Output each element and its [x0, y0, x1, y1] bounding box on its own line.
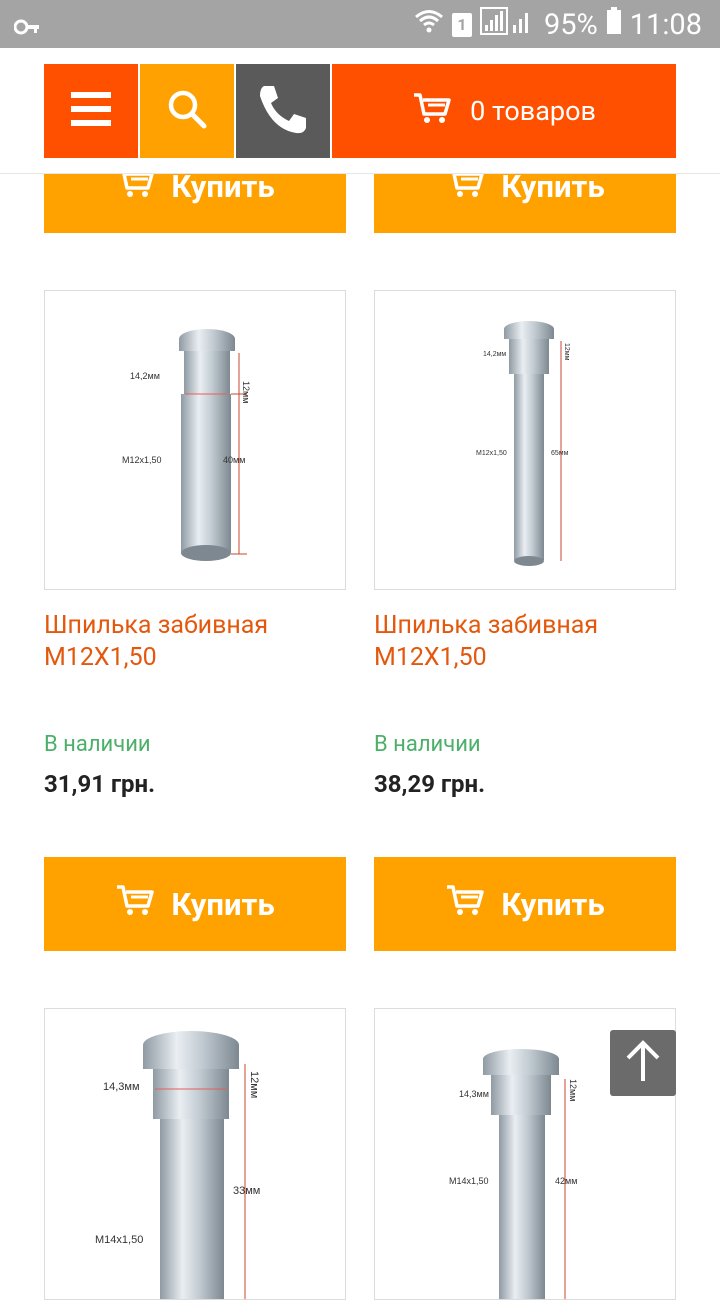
dim-thread: M14x1,50 — [449, 1176, 489, 1186]
buy-label: Купить — [171, 885, 275, 923]
dim-head: 12мм — [568, 1079, 578, 1101]
stock-status: В наличии — [44, 732, 151, 757]
product-title[interactable]: Шпилька забивная М12Х1,50 — [374, 610, 674, 674]
dim-length: 42мм — [555, 1176, 577, 1186]
product-image[interactable]: 14,2мм 12мм M12x1,50 40мм — [44, 290, 346, 590]
arrow-up-icon — [625, 1039, 661, 1087]
product-image[interactable]: 14,3мм 12мм M14x1,50 33мм — [44, 1008, 346, 1300]
battery-icon — [606, 7, 622, 43]
dim-thread: M12x1,50 — [122, 455, 162, 465]
key-icon — [13, 12, 40, 46]
dim-diameter: 14,2мм — [130, 371, 160, 381]
dim-length: 65мм — [551, 450, 569, 457]
dim-diameter: 14,3мм — [459, 1089, 489, 1099]
signal-icon — [479, 7, 536, 43]
cart-button[interactable]: 0 товаров — [332, 64, 676, 158]
dim-diameter: 14,2мм — [483, 351, 506, 358]
status-bar: 1 95% 11:08 — [0, 0, 720, 48]
buy-label: Купить — [501, 885, 605, 923]
dim-head: 12мм — [241, 381, 251, 403]
product-price: 31,91 грн. — [44, 770, 156, 798]
dim-diameter: 14,3мм — [103, 1081, 140, 1093]
product-price: 38,29 грн. — [374, 770, 486, 798]
cart-count-label: 0 товаров — [470, 95, 596, 127]
menu-button[interactable] — [44, 64, 138, 158]
phone-button[interactable] — [236, 64, 330, 158]
dim-head: 12мм — [563, 343, 570, 361]
stock-status: В наличии — [374, 732, 481, 757]
wifi-icon — [414, 8, 444, 42]
hamburger-icon — [71, 91, 111, 131]
dim-thread: M12x1,50 — [476, 450, 507, 457]
dim-length: 33мм — [233, 1185, 260, 1197]
scroll-to-top-button[interactable] — [610, 1030, 676, 1096]
site-header: 0 товаров — [0, 48, 720, 174]
buy-button[interactable]: Купить — [374, 857, 676, 951]
product-image[interactable]: 14,2мм 12мм M12x1,50 65мм — [374, 290, 676, 590]
search-button[interactable] — [140, 64, 234, 158]
search-icon — [166, 88, 208, 134]
dim-length: 40мм — [223, 455, 245, 465]
cart-icon — [412, 92, 452, 131]
dim-thread: M14x1,50 — [95, 1234, 143, 1246]
dim-head: 12мм — [248, 1071, 260, 1098]
clock: 11:08 — [629, 8, 702, 42]
cart-icon — [445, 884, 485, 924]
cart-icon — [115, 884, 155, 924]
phone-icon — [256, 82, 310, 140]
product-title[interactable]: Шпилька забивная М12Х1,50 — [44, 610, 344, 674]
buy-button[interactable]: Купить — [44, 857, 346, 951]
battery-percent: 95% — [543, 8, 598, 42]
sim-badge: 1 — [451, 13, 472, 37]
